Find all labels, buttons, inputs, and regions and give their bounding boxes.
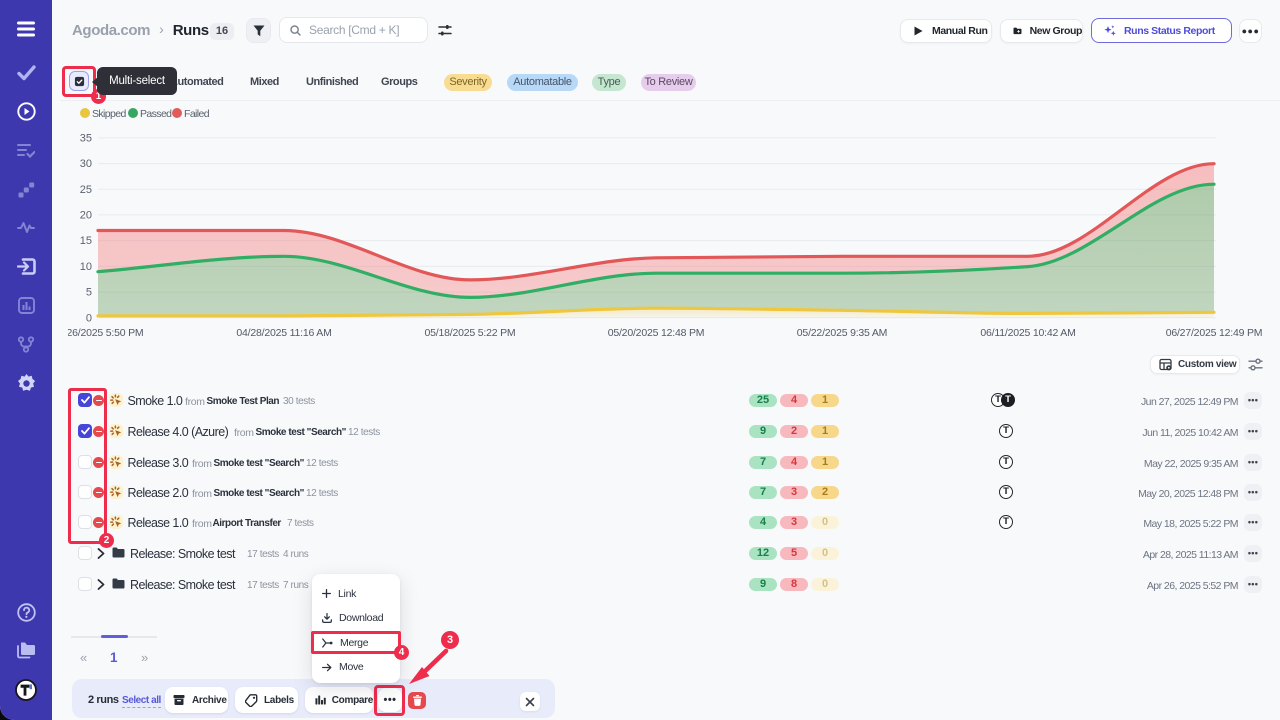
svg-text:10: 10	[80, 261, 92, 273]
svg-text:05/20/2025 12:48 PM: 05/20/2025 12:48 PM	[608, 327, 705, 339]
svg-text:05/18/2025 5:22 PM: 05/18/2025 5:22 PM	[425, 327, 516, 339]
svg-text:04/28/2025 11:16 AM: 04/28/2025 11:16 AM	[236, 327, 331, 339]
svg-text:06/11/2025 10:42 AM: 06/11/2025 10:42 AM	[980, 327, 1075, 339]
svg-text:5: 5	[86, 287, 92, 299]
svg-text:20: 20	[80, 210, 92, 222]
svg-text:15: 15	[80, 235, 92, 247]
svg-text:0: 0	[86, 312, 92, 324]
svg-text:06/27/2025 12:49 PM: 06/27/2025 12:49 PM	[1166, 327, 1263, 339]
svg-text:30: 30	[80, 158, 92, 170]
svg-text:05/22/2025 9:35 AM: 05/22/2025 9:35 AM	[797, 327, 887, 339]
svg-text:35: 35	[80, 133, 92, 145]
svg-text:25: 25	[80, 184, 92, 196]
